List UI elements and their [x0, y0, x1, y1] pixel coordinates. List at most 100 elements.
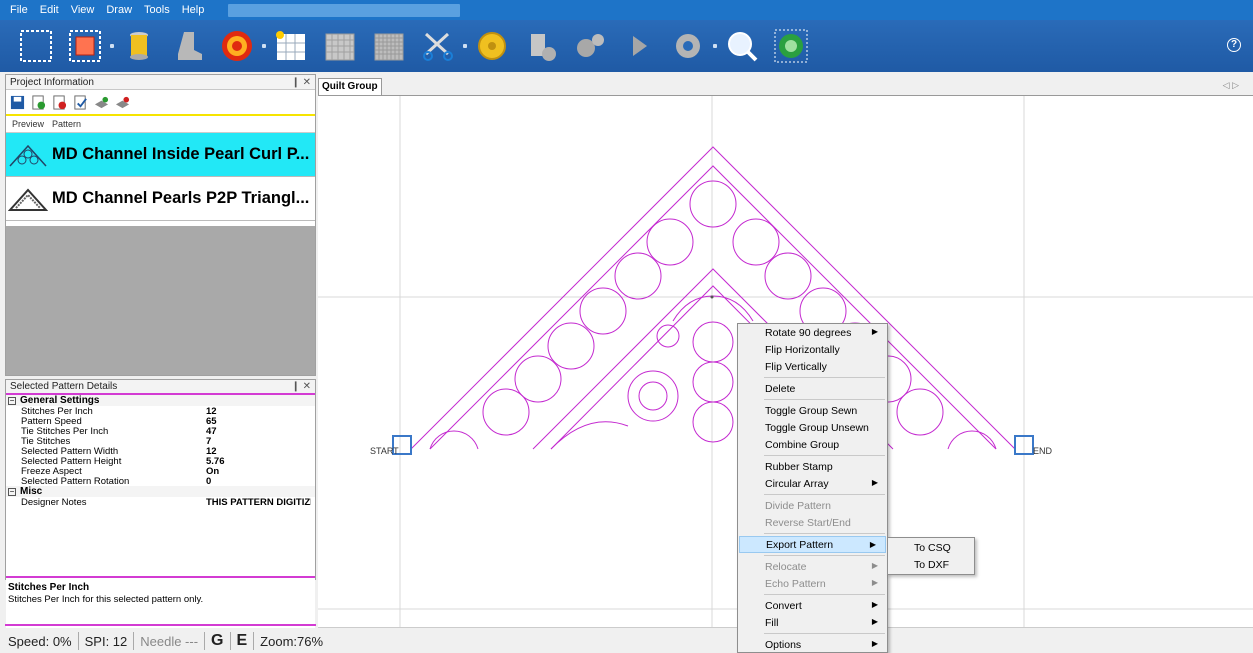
title-strip — [228, 4, 460, 17]
menu-file[interactable]: File — [4, 4, 34, 16]
tab-pattern[interactable]: Pattern — [52, 119, 81, 129]
gear-icon[interactable] — [668, 26, 708, 66]
pattern-list-item[interactable]: MD Channel Pearls P2P Triangl... — [6, 177, 315, 221]
check-pattern-icon[interactable] — [73, 94, 88, 110]
remove-pattern-icon[interactable] — [52, 94, 67, 110]
scissors-icon[interactable] — [418, 26, 458, 66]
thread-spool-icon[interactable] — [119, 26, 159, 66]
menu-item-rubber-stamp[interactable]: Rubber Stamp — [738, 458, 887, 475]
menu-view[interactable]: View — [65, 4, 101, 16]
property-row[interactable]: Designer Notes THIS PATTERN DIGITIZED — [6, 497, 315, 508]
submenu-arrow-icon: ▶ — [871, 578, 878, 587]
divider — [204, 632, 206, 650]
context-menu: Rotate 90 degrees ▶ Flip Horizontally Flip … — [737, 323, 888, 653]
property-row[interactable]: Pattern Speed 65 — [6, 416, 315, 427]
property-value[interactable]: 0 — [206, 476, 311, 487]
selected-pattern-details-panel: Selected Pattern Details ❙ ✕ − General Se… — [5, 379, 316, 628]
menu-separator — [764, 377, 885, 378]
status-speed: Speed: 0% — [8, 633, 72, 649]
pin-close-icon[interactable]: ❙ ✕ — [291, 77, 311, 88]
property-value[interactable]: THIS PATTERN DIGITIZED — [206, 497, 311, 508]
property-row[interactable]: Freeze Aspect On — [6, 466, 315, 477]
status-spi: SPI: 12 — [84, 633, 128, 649]
property-row[interactable]: Tie Stitches Per Inch 47 — [6, 426, 315, 437]
menu-separator — [764, 555, 885, 556]
property-row[interactable]: Selected Pattern Rotation 0 — [6, 476, 315, 487]
grid-icon[interactable] — [320, 26, 360, 66]
globe-refresh-icon[interactable] — [771, 26, 811, 66]
menu-item-rotate-90-degrees[interactable]: Rotate 90 degrees ▶ — [738, 324, 887, 341]
menu-item-label: Rubber Stamp — [765, 460, 833, 473]
collapse-icon[interactable]: − — [8, 396, 16, 405]
gears-icon[interactable] — [570, 26, 610, 66]
menu-tools[interactable]: Tools — [138, 4, 176, 16]
pattern-thumbnail — [6, 135, 50, 175]
menu-item-combine-group[interactable]: Combine Group — [738, 436, 887, 453]
menu-item-label: Echo Pattern — [765, 577, 826, 590]
target-icon[interactable] — [217, 26, 257, 66]
menu-item-toggle-group-sewn[interactable]: Toggle Group Sewn — [738, 402, 887, 419]
tab-preview[interactable]: Preview — [12, 119, 44, 129]
menu-item-delete[interactable]: Delete — [738, 380, 887, 397]
add-pattern-icon[interactable] — [31, 94, 46, 110]
divider — [253, 632, 255, 650]
save-icon[interactable] — [10, 95, 25, 110]
measure-tape-icon[interactable] — [472, 26, 512, 66]
project-toolbar — [6, 90, 315, 116]
category-general[interactable]: − General Settings — [6, 395, 315, 406]
menu-item-circular-array[interactable]: Circular Array ▶ — [738, 475, 887, 492]
property-row[interactable]: Selected Pattern Width 12 — [6, 446, 315, 457]
menu-item-label: Flip Vertically — [765, 360, 827, 373]
menu-item-fill[interactable]: Fill ▶ — [738, 614, 887, 631]
menu-separator — [764, 399, 885, 400]
menu-item-export-pattern[interactable]: Export Pattern ▶ — [739, 536, 886, 553]
menu-draw[interactable]: Draw — [100, 4, 138, 16]
menu-item-to-dxf[interactable]: To DXF — [888, 556, 974, 573]
tab-quilt-group[interactable]: Quilt Group — [318, 78, 382, 95]
category-misc[interactable]: − Misc — [6, 486, 315, 497]
pattern-list-tabs: Preview Pattern — [6, 116, 315, 133]
divider — [133, 632, 135, 650]
property-row[interactable]: Stitches Per Inch 12 — [6, 406, 315, 417]
description-title: Stitches Per Inch — [8, 582, 90, 593]
remove-layer-icon[interactable] — [115, 95, 130, 110]
grid-sparkle-icon[interactable] — [271, 26, 311, 66]
menu-separator — [764, 533, 885, 534]
collapse-icon[interactable]: − — [8, 487, 16, 496]
status-e[interactable]: E — [237, 632, 248, 650]
status-g[interactable]: G — [211, 632, 223, 650]
menu-item-convert[interactable]: Convert ▶ — [738, 597, 887, 614]
boot-icon[interactable] — [168, 26, 208, 66]
select-fill-icon[interactable] — [65, 26, 105, 66]
play-icon[interactable] — [619, 26, 659, 66]
menu-edit[interactable]: Edit — [34, 4, 65, 16]
menu-item-toggle-group-unsewn[interactable]: Toggle Group Unsewn — [738, 419, 887, 436]
pattern-list-item[interactable]: MD Channel Inside Pearl Curl P... — [6, 133, 315, 177]
menu-item-flip-vertically[interactable]: Flip Vertically — [738, 358, 887, 375]
add-layer-icon[interactable] — [94, 95, 109, 110]
toolbar-separator — [463, 44, 467, 48]
menu-item-to-csq[interactable]: To CSQ — [888, 539, 974, 556]
property-row[interactable]: Tie Stitches 7 — [6, 436, 315, 447]
submenu-arrow-icon: ▶ — [871, 639, 878, 648]
pattern-thumbnail — [6, 179, 50, 219]
divider — [229, 632, 231, 650]
help-icon[interactable]: ? — [1227, 38, 1241, 52]
grid-dense-icon[interactable] — [369, 26, 409, 66]
menu-item-options[interactable]: Options ▶ — [738, 636, 887, 653]
globe-search-icon[interactable] — [722, 26, 762, 66]
menu-item-flip-horizontally[interactable]: Flip Horizontally — [738, 341, 887, 358]
tab-scroll-arrows[interactable]: ◁ ▷ — [1223, 80, 1239, 91]
menu-item-label: Rotate 90 degrees — [765, 326, 852, 339]
property-row[interactable]: Selected Pattern Height 5.76 — [6, 456, 315, 467]
category-label: General Settings — [20, 395, 100, 406]
menu-separator — [764, 594, 885, 595]
select-rect-icon[interactable] — [16, 26, 56, 66]
toolbar-separator — [713, 44, 717, 48]
menu-help[interactable]: Help — [176, 4, 211, 16]
toolbar-separator — [110, 44, 114, 48]
pin-close-icon[interactable]: ❙ ✕ — [291, 381, 311, 392]
thread-gear-icon[interactable] — [521, 26, 561, 66]
divider — [5, 624, 316, 626]
panel-header: Project Information ❙ ✕ — [6, 75, 315, 90]
